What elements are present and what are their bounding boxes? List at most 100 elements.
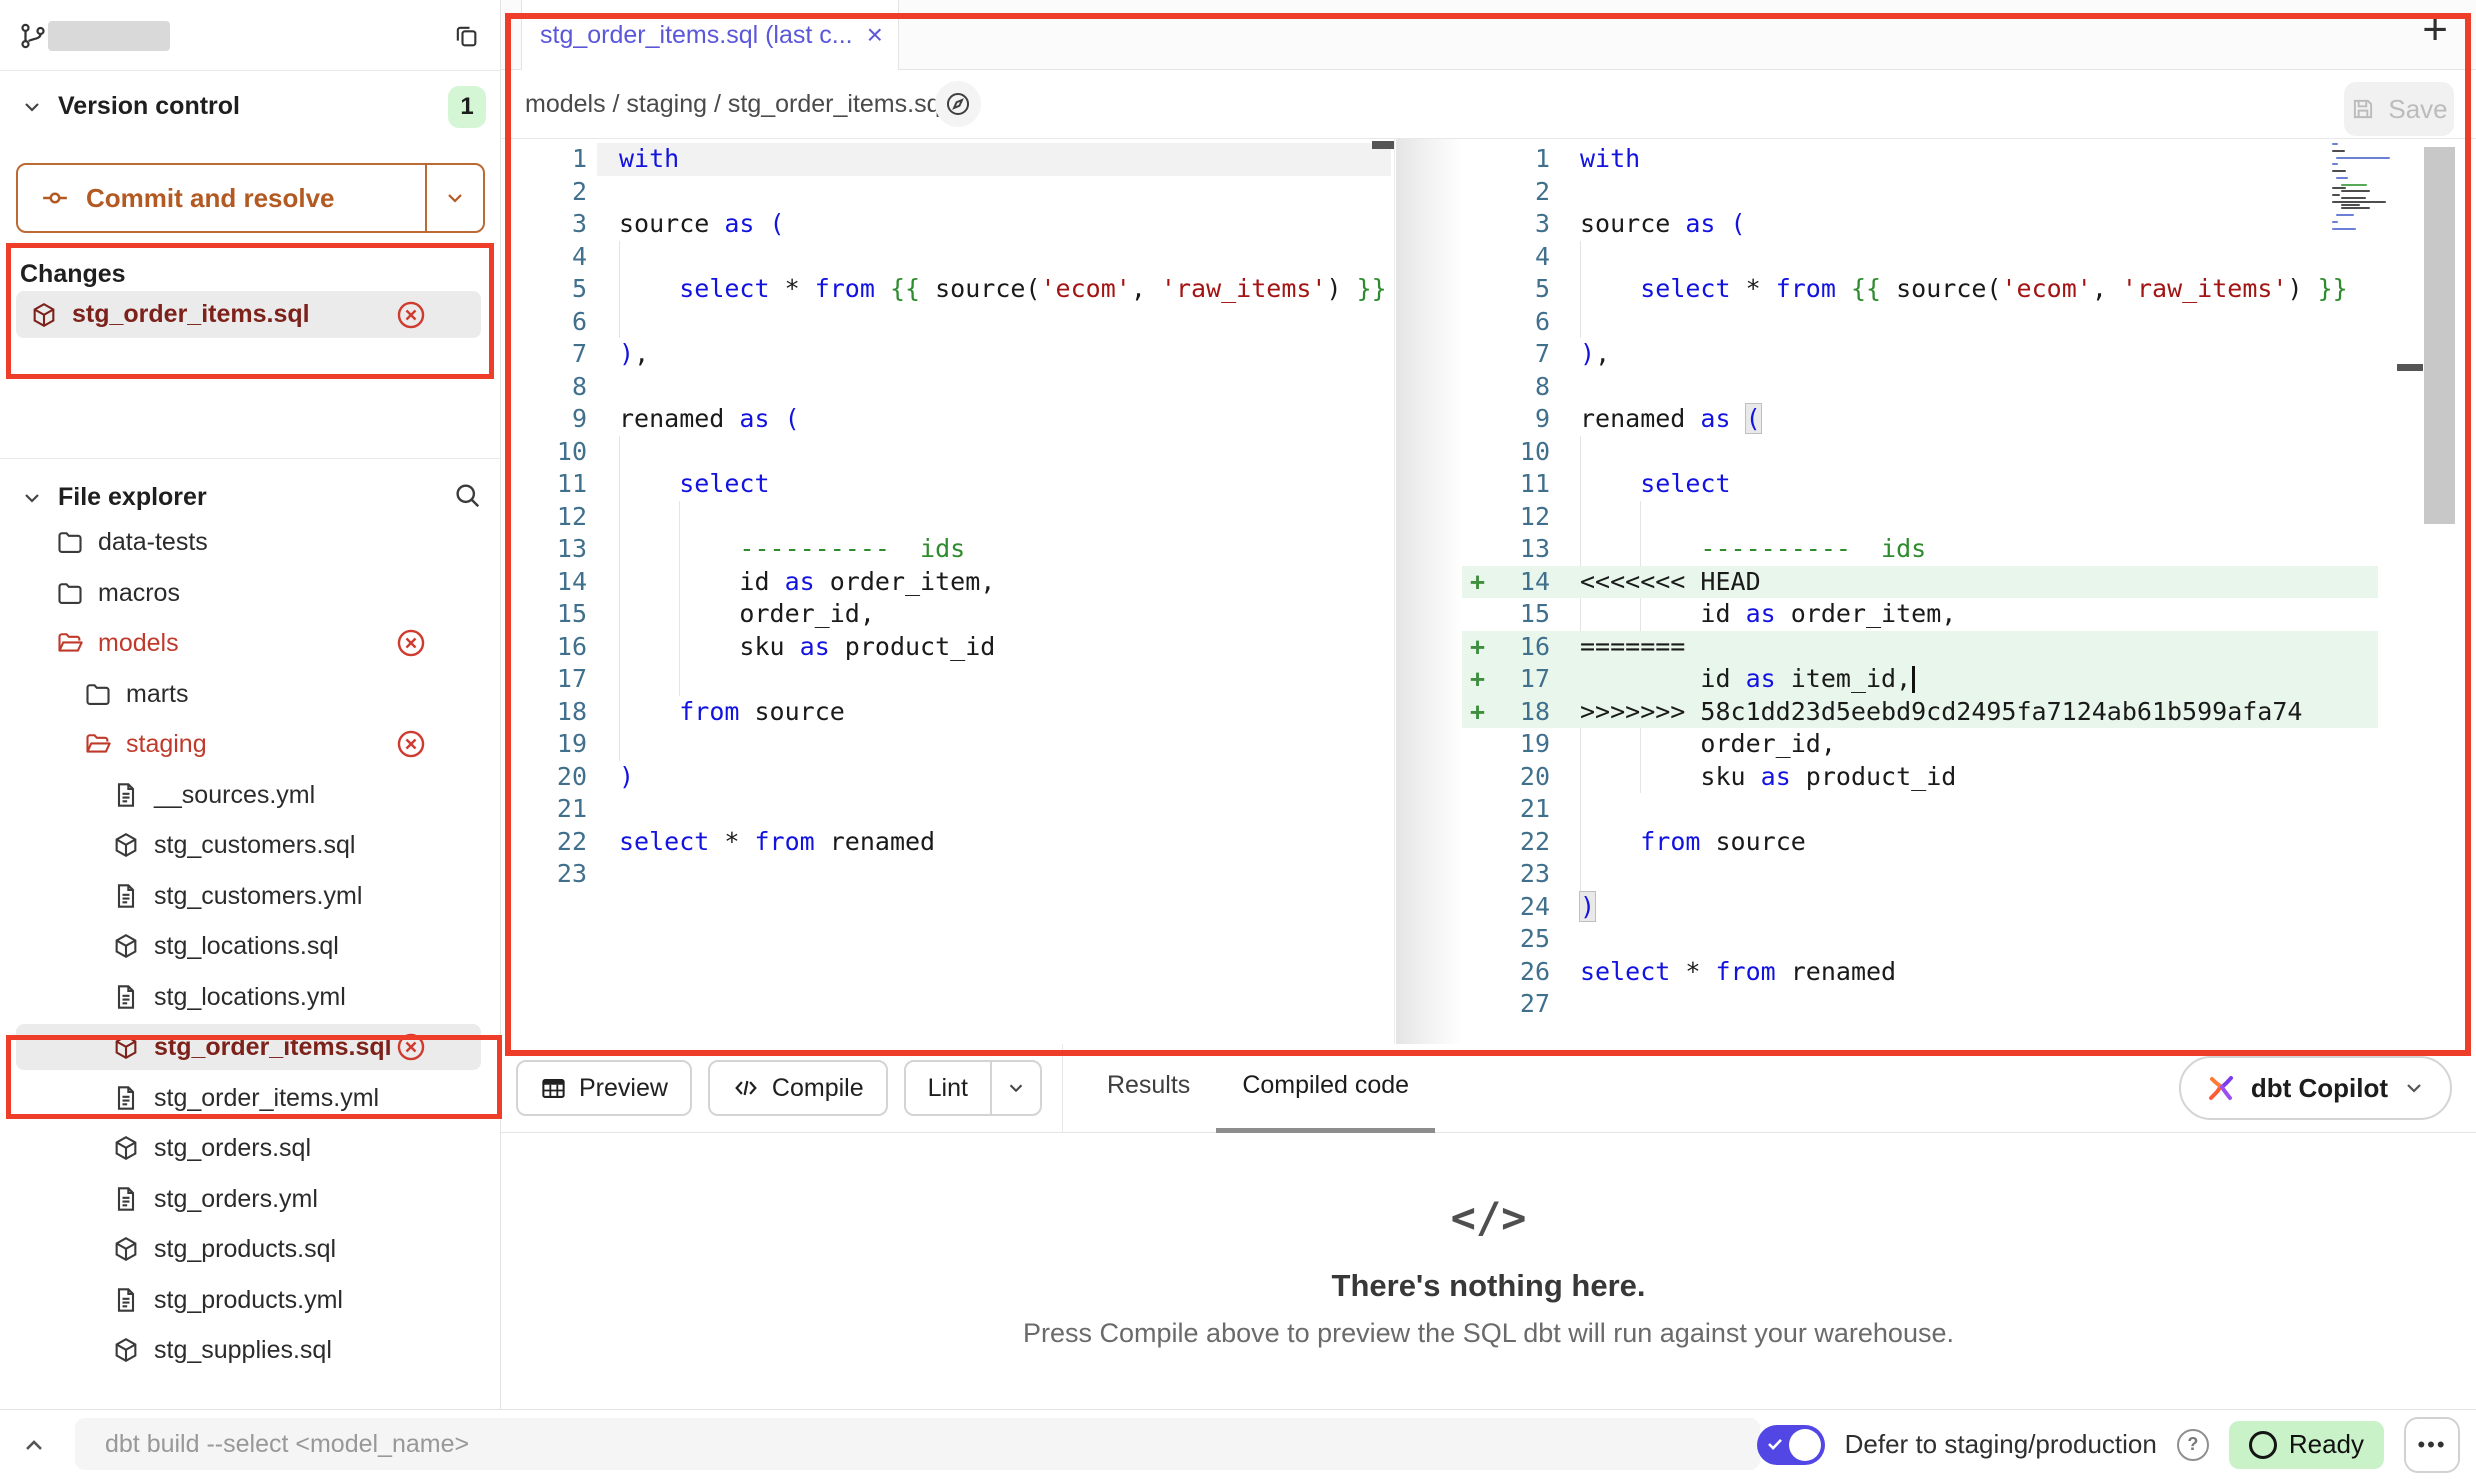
tree-item-stg-products-sql[interactable]: stg_products.sql bbox=[0, 1224, 500, 1274]
code-line-2[interactable]: 2 bbox=[1462, 176, 2378, 209]
diff-right-pane[interactable]: 1with23source as (45 select * from {{ so… bbox=[1462, 143, 2378, 1021]
tree-item-staging[interactable]: staging bbox=[0, 719, 500, 769]
code-line-12[interactable]: 12 bbox=[1462, 501, 2378, 534]
code-line-18[interactable]: +18>>>>>>> 58c1dd23d5eebd9cd2495fa7124ab… bbox=[1462, 696, 2378, 729]
tree-item-stg-customers-yml[interactable]: stg_customers.yml bbox=[0, 871, 500, 921]
code-line-14[interactable]: +14<<<<<<< HEAD bbox=[1462, 566, 2378, 599]
help-icon[interactable]: ? bbox=[2177, 1429, 2209, 1461]
discard-change-icon[interactable] bbox=[394, 1030, 428, 1064]
compile-button[interactable]: Compile bbox=[708, 1060, 888, 1116]
code-line-3[interactable]: 3source as ( bbox=[1462, 208, 2378, 241]
left-pane-scrollbar-thumb[interactable] bbox=[1372, 141, 1394, 149]
code-text[interactable] bbox=[1560, 371, 2378, 404]
code-text[interactable]: with bbox=[1560, 143, 2378, 176]
code-text[interactable]: select * from renamed bbox=[597, 826, 1391, 859]
tree-item-macros[interactable]: macros bbox=[0, 568, 500, 618]
dbt-copilot-button[interactable]: dbt Copilot bbox=[2179, 1056, 2452, 1120]
code-line-15[interactable]: 15 order_id, bbox=[501, 598, 1391, 631]
code-text[interactable]: select bbox=[1560, 468, 2378, 501]
code-line-12[interactable]: 12 bbox=[501, 501, 1391, 534]
code-line-26[interactable]: 26select * from renamed bbox=[1462, 956, 2378, 989]
code-line-10[interactable]: 10 bbox=[501, 436, 1391, 469]
copy-icon[interactable] bbox=[452, 22, 480, 50]
tree-item-marts[interactable]: marts bbox=[0, 669, 500, 719]
code-text[interactable] bbox=[597, 241, 1391, 274]
tab-results[interactable]: Results bbox=[1081, 1044, 1216, 1133]
code-line-27[interactable]: 27 bbox=[1462, 988, 2378, 1021]
code-line-24[interactable]: 24) bbox=[1462, 891, 2378, 924]
code-line-5[interactable]: 5 select * from {{ source('ecom', 'raw_i… bbox=[1462, 273, 2378, 306]
minimap-handle[interactable] bbox=[2397, 364, 2423, 371]
tree-item-stg-order-items-sql[interactable]: stg_order_items.sql bbox=[0, 1022, 500, 1072]
search-icon[interactable] bbox=[452, 480, 482, 510]
file-explorer-header[interactable]: File explorer bbox=[20, 483, 207, 512]
code-line-23[interactable]: 23 bbox=[1462, 858, 2378, 891]
code-text[interactable] bbox=[597, 371, 1391, 404]
code-text[interactable]: order_id, bbox=[597, 598, 1391, 631]
code-line-14[interactable]: 14 id as order_item, bbox=[501, 566, 1391, 599]
code-line-10[interactable]: 10 bbox=[1462, 436, 2378, 469]
code-line-1[interactable]: 1with bbox=[1462, 143, 2378, 176]
right-pane-scrollbar-thumb[interactable] bbox=[2424, 147, 2455, 524]
collapse-chevron-icon[interactable] bbox=[20, 1432, 48, 1460]
code-text[interactable] bbox=[597, 728, 1391, 761]
code-text[interactable]: <<<<<<< HEAD bbox=[1560, 566, 2378, 599]
code-line-11[interactable]: 11 select bbox=[1462, 468, 2378, 501]
discard-change-icon[interactable] bbox=[394, 298, 428, 332]
code-text[interactable]: select * from renamed bbox=[1560, 956, 2378, 989]
code-text[interactable]: source as ( bbox=[597, 208, 1391, 241]
diff-left-pane[interactable]: 1with 23 source as (45 select * from {{ so… bbox=[501, 143, 1391, 891]
code-text[interactable]: ), bbox=[1560, 338, 2378, 371]
code-text[interactable] bbox=[1560, 858, 2378, 891]
tree-item-stg-locations-sql[interactable]: stg_locations.sql bbox=[0, 921, 500, 971]
code-text[interactable] bbox=[1560, 923, 2378, 956]
code-text[interactable]: renamed as ( bbox=[597, 403, 1391, 436]
code-line-9[interactable]: 9renamed as ( bbox=[1462, 403, 2378, 436]
code-line-23[interactable]: 23 bbox=[501, 858, 1391, 891]
code-line-2[interactable]: 2 bbox=[501, 176, 1391, 209]
tree-item-stg-locations-yml[interactable]: stg_locations.yml bbox=[0, 972, 500, 1022]
code-line-22[interactable]: 22 from source bbox=[1462, 826, 2378, 859]
code-text[interactable] bbox=[1560, 241, 2378, 274]
code-text[interactable]: sku as product_id bbox=[597, 631, 1391, 664]
code-line-8[interactable]: 8 bbox=[501, 371, 1391, 404]
more-options-button[interactable]: ••• bbox=[2404, 1417, 2460, 1473]
code-text[interactable] bbox=[1560, 793, 2378, 826]
tree-item-stg-supplies-sql[interactable]: stg_supplies.sql bbox=[0, 1325, 500, 1375]
code-text[interactable] bbox=[597, 306, 1391, 339]
code-line-4[interactable]: 4 bbox=[1462, 241, 2378, 274]
tree-item-stg-orders-yml[interactable]: stg_orders.yml bbox=[0, 1174, 500, 1224]
tab-close-icon[interactable]: × bbox=[867, 21, 883, 49]
code-line-20[interactable]: 20 sku as product_id bbox=[1462, 761, 2378, 794]
code-text[interactable]: renamed as ( bbox=[1560, 403, 2378, 436]
code-line-15[interactable]: 15 id as order_item, bbox=[1462, 598, 2378, 631]
code-text[interactable]: source as ( bbox=[1560, 208, 2378, 241]
code-line-6[interactable]: 6 bbox=[501, 306, 1391, 339]
code-text[interactable]: ), bbox=[597, 338, 1391, 371]
code-text[interactable] bbox=[597, 501, 1391, 534]
code-line-6[interactable]: 6 bbox=[1462, 306, 2378, 339]
code-text[interactable] bbox=[1560, 436, 2378, 469]
code-text[interactable]: select * from {{ source('ecom', 'raw_ite… bbox=[1560, 273, 2378, 306]
code-text[interactable]: >>>>>>> 58c1dd23d5eebd9cd2495fa7124ab61b… bbox=[1560, 696, 2378, 729]
code-text[interactable]: id as order_item, bbox=[1560, 598, 2378, 631]
code-text[interactable]: ======= bbox=[1560, 631, 2378, 664]
code-text[interactable]: select * from {{ source('ecom', 'raw_ite… bbox=[597, 273, 1391, 306]
tree-item--sources-yml[interactable]: __sources.yml bbox=[0, 770, 500, 820]
command-input[interactable]: dbt build --select <model_name> bbox=[75, 1418, 1760, 1470]
commit-and-resolve-button[interactable]: Commit and resolve bbox=[16, 163, 485, 233]
changed-file-row[interactable]: stg_order_items.sql bbox=[16, 291, 481, 338]
code-line-18[interactable]: 18 from source bbox=[501, 696, 1391, 729]
tree-item-stg-customers-sql[interactable]: stg_customers.sql bbox=[0, 820, 500, 870]
code-line-21[interactable]: 21 bbox=[1462, 793, 2378, 826]
code-line-1[interactable]: 1with bbox=[501, 143, 1391, 176]
code-text[interactable] bbox=[597, 436, 1391, 469]
code-line-21[interactable]: 21 bbox=[501, 793, 1391, 826]
tab-stg-order-items[interactable]: stg_order_items.sql (last c... × bbox=[521, 0, 899, 70]
code-text[interactable]: ---------- ids bbox=[1560, 533, 2378, 566]
code-text[interactable] bbox=[1560, 501, 2378, 534]
code-text[interactable] bbox=[597, 176, 1391, 209]
code-line-4[interactable]: 4 bbox=[501, 241, 1391, 274]
code-text[interactable]: sku as product_id bbox=[1560, 761, 2378, 794]
code-line-5[interactable]: 5 select * from {{ source('ecom', 'raw_i… bbox=[501, 273, 1391, 306]
